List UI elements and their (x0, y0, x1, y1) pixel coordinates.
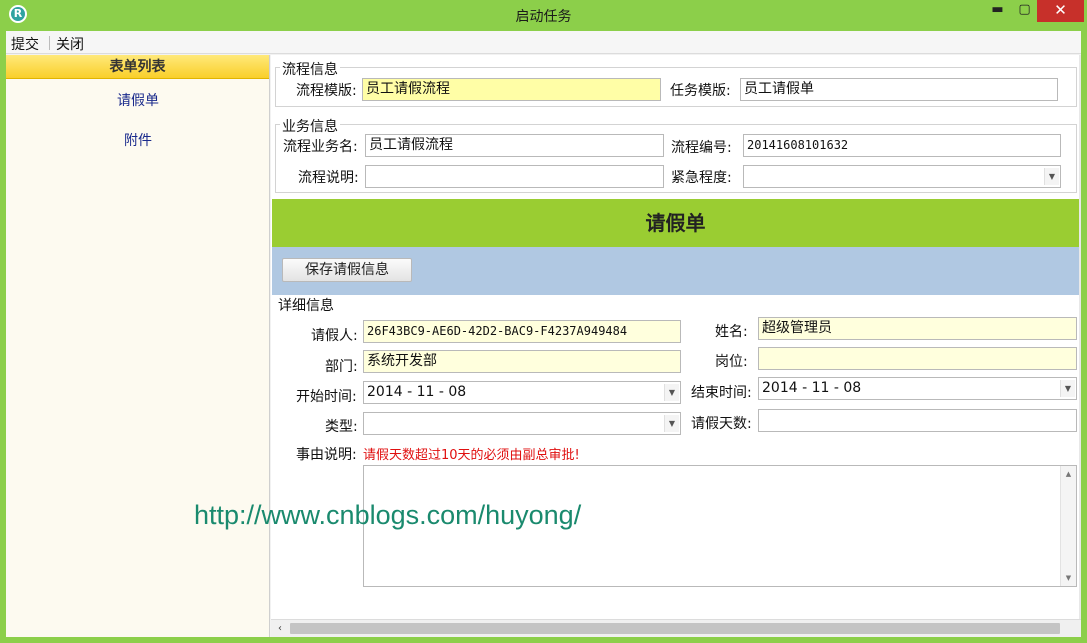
template-label: 流程模版: (296, 83, 357, 99)
process-number-field[interactable]: 20141608101632 (743, 134, 1061, 157)
name-field[interactable]: 超级管理员 (758, 317, 1077, 340)
process-desc-label: 流程说明: (298, 170, 359, 186)
position-label: 岗位: (715, 354, 748, 370)
form-title: 请假单 (272, 199, 1079, 247)
business-info-legend: 业务信息 (280, 116, 340, 136)
template-field[interactable]: 员工请假流程 (362, 78, 661, 101)
business-name-label: 流程业务名: (283, 139, 358, 155)
scroll-left-icon[interactable]: ‹ (273, 621, 287, 636)
urgency-select[interactable]: ▼ (743, 165, 1061, 188)
position-field[interactable] (758, 347, 1077, 370)
process-desc-field[interactable] (365, 165, 664, 188)
business-name-field[interactable]: 员工请假流程 (365, 134, 664, 157)
menu-bar: 提交 关闭 (6, 31, 1081, 54)
panel-vertical-scrollbar[interactable] (1079, 55, 1081, 637)
applicant-label: 请假人: (311, 328, 358, 344)
reason-label: 事由说明: (296, 447, 357, 463)
main-panel: 流程信息 流程模版: 员工请假流程 任务模版: 员工请假单 业务信息 流程业务名… (271, 55, 1081, 637)
start-time-label: 开始时间: (296, 389, 357, 405)
form-list-item-attachment[interactable]: 附件 (6, 130, 270, 150)
menu-submit[interactable]: 提交 (11, 34, 39, 54)
save-leave-button[interactable]: 保存请假信息 (282, 258, 412, 282)
scroll-up-icon[interactable]: ▲ (1061, 467, 1076, 481)
menu-separator (49, 36, 50, 50)
chevron-down-icon[interactable]: ▼ (1044, 168, 1059, 185)
chevron-down-icon[interactable]: ▼ (664, 415, 679, 432)
type-select[interactable]: ▼ (363, 412, 681, 435)
task-template-field[interactable]: 员工请假单 (740, 78, 1058, 101)
details-legend: 详细信息 (276, 295, 336, 315)
scroll-down-icon[interactable]: ▼ (1061, 571, 1076, 585)
process-number-label: 流程编号: (671, 140, 732, 156)
urgency-label: 紧急程度: (671, 170, 732, 186)
horizontal-scrollbar[interactable]: ‹ (271, 619, 1081, 637)
task-template-label: 任务模版: (670, 83, 731, 99)
chevron-down-icon[interactable]: ▼ (664, 384, 679, 401)
start-time-picker[interactable]: 2014 - 11 - 08 ▼ (363, 381, 681, 404)
form-toolbar: 保存请假信息 (272, 247, 1079, 295)
name-label: 姓名: (715, 324, 748, 340)
window-title: 启动任务 (515, 9, 572, 25)
process-info-legend: 流程信息 (280, 59, 340, 79)
dept-label: 部门: (325, 359, 358, 375)
type-label: 类型: (325, 419, 358, 435)
scrollbar-thumb[interactable] (290, 623, 1060, 634)
watermark-url: http://www.cnblogs.com/huyong/ (194, 500, 582, 530)
reason-note: 请假天数超过10天的必须由副总审批! (363, 448, 580, 463)
days-field[interactable] (758, 409, 1077, 432)
start-time-value: 2014 - 11 - 08 (367, 384, 467, 400)
minimize-button[interactable]: ▬ (985, 0, 1010, 22)
applicant-field[interactable]: 26F43BC9-AE6D-42D2-BAC9-F4237A949484 (363, 320, 681, 343)
days-label: 请假天数: (691, 416, 752, 432)
form-list-title: 表单列表 (6, 55, 269, 79)
maximize-button[interactable]: ▢ (1012, 0, 1037, 22)
title-bar: R 启动任务 ▬ ▢ ✕ (0, 0, 1087, 31)
chevron-down-icon[interactable]: ▼ (1060, 380, 1075, 397)
end-time-value: 2014 - 11 - 08 (762, 380, 862, 396)
form-list-item-leave[interactable]: 请假单 (6, 90, 270, 110)
client-area: 提交 关闭 表单列表 请假单 附件 流程信息 流程模版: 员工请假流程 任务模版… (6, 31, 1081, 637)
form-list-panel: 表单列表 请假单 附件 (6, 55, 270, 637)
menu-close[interactable]: 关闭 (56, 34, 84, 54)
textarea-scrollbar[interactable]: ▲ ▼ (1060, 466, 1076, 586)
end-time-picker[interactable]: 2014 - 11 - 08 ▼ (758, 377, 1077, 400)
end-time-label: 结束时间: (691, 385, 752, 401)
dept-field[interactable]: 系统开发部 (363, 350, 681, 373)
close-window-button[interactable]: ✕ (1037, 0, 1084, 22)
